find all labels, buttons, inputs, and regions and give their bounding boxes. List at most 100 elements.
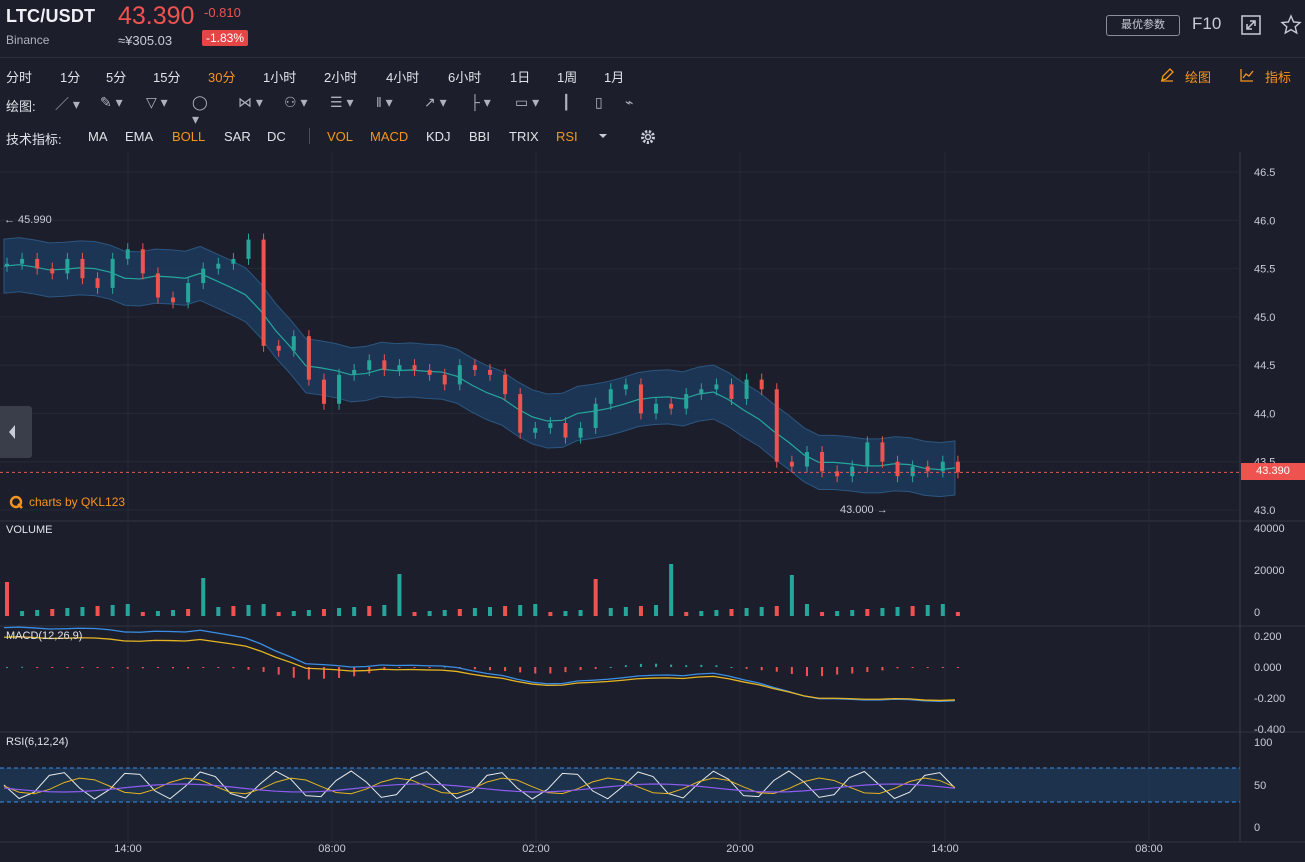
price-tick-label: 45.0 — [1254, 312, 1275, 324]
tf-1d[interactable]: 1日 — [510, 67, 530, 86]
line-tool-icon[interactable]: ／ ▾ — [55, 94, 81, 112]
volume-bar — [940, 604, 945, 616]
macd-histogram-bar — [428, 667, 431, 668]
volume-bar — [231, 606, 236, 616]
ind-ema[interactable]: EMA — [125, 129, 153, 144]
settings-gear-icon[interactable] — [639, 128, 657, 146]
tf-30m[interactable]: 30分 — [208, 67, 235, 86]
candle-body — [925, 466, 930, 472]
macd-histogram-bar — [836, 667, 839, 675]
ind-vol[interactable]: VOL — [327, 129, 353, 144]
candle-body — [155, 273, 160, 298]
tf-1m[interactable]: 1分 — [60, 67, 80, 86]
volume-bar — [125, 604, 130, 616]
macd-tick-label: 0.000 — [1254, 662, 1282, 674]
price-tick-label: 46.0 — [1254, 215, 1275, 227]
ind-macd[interactable]: MACD — [370, 129, 408, 144]
trash-icon[interactable]: ▯ — [595, 94, 621, 112]
tf-1h[interactable]: 1小时 — [263, 67, 296, 86]
macd-histogram-bar — [489, 667, 491, 671]
zigzag-tool-icon[interactable]: ⋈ ▾ — [238, 94, 264, 112]
ind-bbi[interactable]: BBI — [469, 129, 490, 144]
volume-bar — [955, 612, 960, 616]
timeframe-bar: 分时 1分 5分 15分 30分 1小时 2小时 4小时 6小时 1日 1周 1… — [0, 67, 1305, 87]
macd-histogram-bar — [141, 667, 144, 669]
volume-bar — [925, 605, 930, 616]
macd-histogram-bar — [232, 667, 235, 669]
ind-boll[interactable]: BOLL — [172, 129, 205, 144]
ellipse-tool-icon[interactable]: ◯ ▾ — [192, 94, 218, 127]
volume-bar — [548, 612, 553, 616]
macd-histogram-bar — [715, 665, 718, 667]
pencil-icon[interactable] — [1159, 67, 1175, 83]
rsi-tick-label: 50 — [1254, 780, 1266, 792]
candle-body — [65, 258, 70, 274]
price-chart[interactable]: 14:00 08:00 02:00 20:00 14:00 08:00 46.5 46.0 45… — [0, 152, 1305, 862]
optimal-params-button[interactable]: 最优参数 — [1106, 15, 1180, 36]
ind-kdj[interactable]: KDJ — [426, 129, 451, 144]
tf-4h[interactable]: 4小时 — [386, 67, 419, 86]
ind-ma[interactable]: MA — [88, 129, 108, 144]
last-price: 43.390 — [118, 2, 195, 30]
tf-6h[interactable]: 6小时 — [448, 67, 481, 86]
candle-body — [337, 374, 342, 404]
volume-bar — [35, 610, 40, 616]
volume-bar — [578, 610, 583, 616]
tf-15m[interactable]: 15分 — [153, 67, 180, 86]
macd-histogram-bar — [172, 667, 175, 669]
drawing-tools-label: 绘图: — [6, 99, 36, 114]
candle-body — [50, 268, 55, 274]
ind-rsi[interactable]: RSI — [556, 129, 578, 144]
candle-body — [714, 384, 719, 390]
volume-bar — [608, 608, 613, 616]
macd-histogram-bar — [805, 667, 808, 677]
bar-tool-icon[interactable]: ┃ — [562, 94, 588, 112]
arrow-tool-icon[interactable]: ↗ ▾ — [424, 94, 450, 112]
comment-tool-icon[interactable]: ▭ ▾ — [515, 94, 541, 112]
channel-tool-icon[interactable]: ▽ ▾ — [146, 94, 172, 112]
indicators-link[interactable]: 指标 — [1265, 67, 1291, 86]
ind-sar[interactable]: SAR — [224, 129, 251, 144]
tf-1w[interactable]: 1周 — [557, 67, 577, 86]
time-tick-label: 08:00 — [318, 843, 346, 855]
macd-histogram-bar — [292, 667, 295, 678]
eraser-icon[interactable]: ⌁ — [625, 94, 651, 112]
candle-body — [880, 442, 885, 462]
more-indicators-chevron-icon[interactable] — [598, 131, 608, 141]
tf-2h[interactable]: 2小时 — [324, 67, 357, 86]
gann-tool-icon[interactable]: ‖ ▾ — [376, 94, 402, 112]
macd-histogram-bar — [126, 667, 129, 669]
volume-bar — [638, 606, 643, 616]
ind-dc[interactable]: DC — [267, 129, 286, 144]
macd-histogram-bar — [745, 667, 748, 669]
tf-5m[interactable]: 5分 — [106, 67, 126, 86]
indicator-chart-icon[interactable] — [1239, 67, 1255, 83]
range-tool-icon[interactable]: ├ ▾ — [470, 94, 496, 112]
tf-tick[interactable]: 分时 — [6, 67, 32, 86]
candle-body — [533, 427, 538, 433]
candle-body — [638, 384, 643, 414]
volume-bar — [155, 611, 160, 616]
volume-tick-label: 0 — [1254, 607, 1260, 619]
ind-trix[interactable]: TRIX — [509, 129, 539, 144]
macd-histogram-bar — [790, 667, 793, 674]
macd-histogram-bar — [851, 667, 854, 674]
fullscreen-icon[interactable] — [1240, 14, 1262, 36]
volume-bar — [171, 610, 176, 616]
candle-body — [654, 403, 659, 414]
fib-tool-icon[interactable]: ☰ ▾ — [330, 94, 356, 112]
volume-bar — [201, 578, 206, 616]
draw-link[interactable]: 绘图 — [1185, 67, 1211, 86]
tf-1mo[interactable]: 1月 — [604, 67, 624, 86]
macd-histogram-bar — [473, 667, 476, 670]
pair-symbol[interactable]: LTC/USDT — [6, 6, 95, 27]
star-icon[interactable] — [1280, 14, 1302, 36]
pen-tool-icon[interactable]: ✎ ▾ — [100, 94, 126, 112]
f10-button[interactable]: F10 — [1192, 14, 1221, 34]
volume-bar — [216, 607, 221, 616]
time-tick-label: 02:00 — [522, 843, 550, 855]
candle-body — [563, 423, 568, 438]
pattern-tool-icon[interactable]: ⚇ ▾ — [284, 94, 310, 112]
macd-histogram-bar — [896, 667, 899, 669]
collapse-sidebar-button[interactable] — [0, 406, 32, 458]
